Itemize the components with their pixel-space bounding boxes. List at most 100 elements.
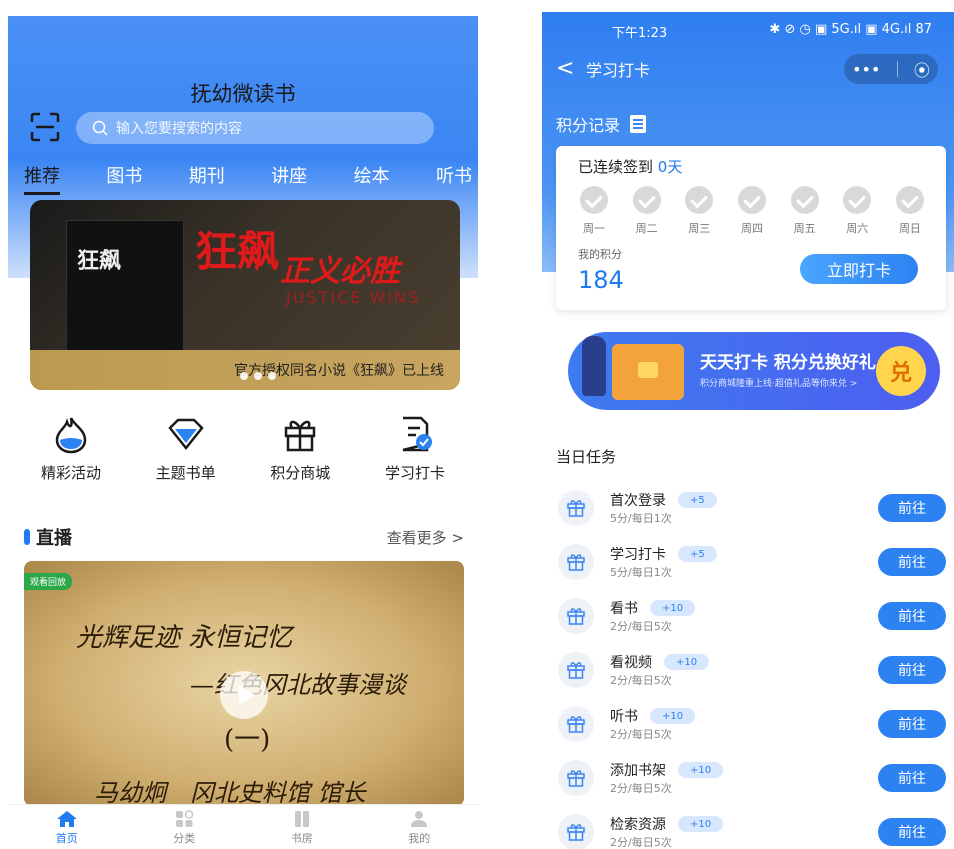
task-go-button[interactable]: 前往	[878, 656, 946, 684]
tab-audiobooks[interactable]: 听书	[436, 162, 472, 195]
quick-points-mall[interactable]: 积分商城	[245, 414, 355, 483]
flame-drop-icon	[55, 417, 87, 454]
tabbar-bookshelf[interactable]: 书房	[262, 805, 342, 849]
scan-icon[interactable]	[30, 112, 60, 142]
gift-icon	[558, 814, 594, 849]
task-points-badge: +10	[678, 816, 724, 832]
task-description: 5分/每日1次	[610, 512, 672, 525]
task-description: 2分/每日5次	[610, 782, 672, 795]
task-row: 添加书架 +10 2分/每日5次 前往	[556, 754, 946, 802]
quick-study-checkin[interactable]: 学习打卡	[360, 414, 470, 483]
promo-subtitle: 积分商城隆重上线·超值礼品等你来兑 >	[700, 379, 858, 389]
streak-days: 0天	[657, 158, 683, 176]
tab-lectures[interactable]: 讲座	[271, 162, 307, 195]
streak-prefix: 已连续签到	[578, 158, 654, 176]
quick-activities[interactable]: 精彩活动	[16, 414, 126, 483]
tabbar-label: 首页	[55, 832, 78, 845]
streak-text: 已连续签到 0天	[578, 156, 682, 177]
tab-recommend[interactable]: 推荐	[24, 162, 60, 195]
person-illustration	[582, 336, 606, 396]
category-icon	[176, 810, 194, 827]
gift-icon	[558, 706, 594, 742]
more-menu-icon[interactable]: •••	[852, 60, 880, 79]
tabbar-home[interactable]: 首页	[27, 805, 107, 849]
checklist-icon	[402, 416, 432, 452]
banner-book-title: 狂飙	[77, 248, 122, 274]
live-video-card[interactable]: 观看回放 光辉足迹 永恒记忆 —红色冈北故事漫谈 (一) 马幼炯 冈北史料馆 馆…	[24, 561, 464, 806]
task-description: 2分/每日5次	[610, 836, 672, 849]
task-description: 2分/每日5次	[610, 728, 672, 741]
weekday-label: 周五	[793, 222, 816, 235]
weekday-item: 周三	[677, 186, 721, 236]
task-go-button[interactable]: 前往	[878, 764, 946, 792]
quick-label: 学习打卡	[384, 464, 445, 482]
close-target-icon[interactable]: ⦿	[914, 57, 930, 81]
play-icon[interactable]	[220, 671, 268, 719]
check-icon	[580, 186, 608, 214]
live-title-marker	[24, 529, 30, 545]
task-points-badge: +5	[678, 546, 717, 562]
video-title-line: (一)	[224, 725, 271, 755]
banner-carousel[interactable]: 狂飙 狂飙 正义必胜 JUSTICE WINS 官方授权同名小说《狂飙》已上线	[30, 200, 460, 390]
live-section-header: 直播 查看更多 >	[24, 524, 464, 550]
task-go-button[interactable]: 前往	[878, 548, 946, 576]
tab-books[interactable]: 图书	[106, 162, 142, 195]
live-title-text: 直播	[36, 528, 72, 549]
status-icons: ✱ ⊘ ◷ ▣ 5G.ıl ▣ 4G.ıl 87	[769, 22, 932, 37]
banner-big-title: 狂飙	[195, 227, 280, 276]
carousel-dot[interactable]	[268, 372, 276, 380]
tab-journals[interactable]: 期刊	[189, 162, 225, 195]
back-icon[interactable]: <	[556, 56, 578, 81]
task-row: 看视频 +10 2分/每日5次 前往	[556, 646, 946, 694]
weekday-item: 周二	[625, 186, 669, 236]
task-points-badge: +5	[678, 492, 717, 508]
weekday-label: 周二	[635, 222, 658, 235]
points-record-link[interactable]: 积分记录	[556, 112, 647, 136]
category-tabs: 推荐 图书 期刊 讲座 绘本 听书	[24, 162, 472, 195]
tab-picture-books[interactable]: 绘本	[354, 162, 390, 195]
my-points-value: 184	[578, 266, 624, 294]
carousel-dot[interactable]	[254, 372, 262, 380]
search-input[interactable]: 输入您要搜索的内容	[76, 112, 434, 144]
quick-book-lists[interactable]: 主题书单	[131, 414, 241, 483]
points-mall-promo-banner[interactable]: 天天打卡 积分兑换好礼 积分商城隆重上线·超值礼品等你来兑 > 兑	[568, 332, 940, 410]
weekday-label: 周一	[583, 222, 605, 235]
app-title: 抚幼微读书	[190, 82, 296, 106]
document-icon	[630, 115, 647, 133]
daily-tasks-title: 当日任务	[556, 448, 617, 466]
weekday-item: 周六	[835, 186, 879, 236]
nav-bar: < 学习打卡 ••• ⦿	[556, 54, 946, 84]
tabbar-category[interactable]: 分类	[144, 805, 224, 849]
weekday-label: 周三	[688, 222, 711, 235]
task-points-badge: +10	[664, 654, 710, 670]
task-row: 听书 +10 2分/每日5次 前往	[556, 700, 946, 748]
video-title-line: 马幼炯 冈北史料馆 馆长	[94, 779, 366, 806]
quick-label: 积分商城	[270, 464, 331, 482]
bottom-tabbar: 首页 分类 书房 我的	[8, 804, 478, 849]
task-go-button[interactable]: 前往	[878, 818, 946, 846]
points-record-label: 积分记录	[556, 116, 621, 135]
banner-slogan: 正义必胜	[280, 254, 400, 289]
checkin-button[interactable]: 立即打卡	[800, 254, 918, 284]
check-icon	[843, 186, 872, 214]
check-icon	[895, 186, 924, 214]
tabbar-mine[interactable]: 我的	[379, 805, 459, 849]
carousel-dot[interactable]	[240, 372, 248, 380]
task-description: 2分/每日5次	[610, 674, 672, 687]
live-more-link[interactable]: 查看更多 >	[387, 527, 464, 548]
task-go-button[interactable]: 前往	[878, 494, 946, 522]
replay-badge: 观看回放	[24, 573, 73, 590]
tabbar-label: 我的	[408, 832, 431, 845]
capsule-divider	[896, 61, 898, 77]
checkin-screen: 下午1:23 ✱ ⊘ ◷ ▣ 5G.ıl ▣ 4G.ıl 87 < 学习打卡 •…	[542, 12, 954, 849]
live-title: 直播	[24, 524, 72, 550]
task-points-badge: +10	[678, 762, 724, 778]
gift-icon	[285, 420, 316, 452]
gift-icon	[558, 544, 594, 580]
banner-slogan-en: JUSTICE WINS	[286, 288, 421, 307]
task-go-button[interactable]: 前往	[878, 710, 946, 738]
task-go-button[interactable]: 前往	[878, 602, 946, 630]
check-icon	[685, 186, 714, 214]
task-name: 首次登录	[610, 493, 666, 509]
video-title-line: 光辉足迹 永恒记忆	[76, 623, 293, 653]
